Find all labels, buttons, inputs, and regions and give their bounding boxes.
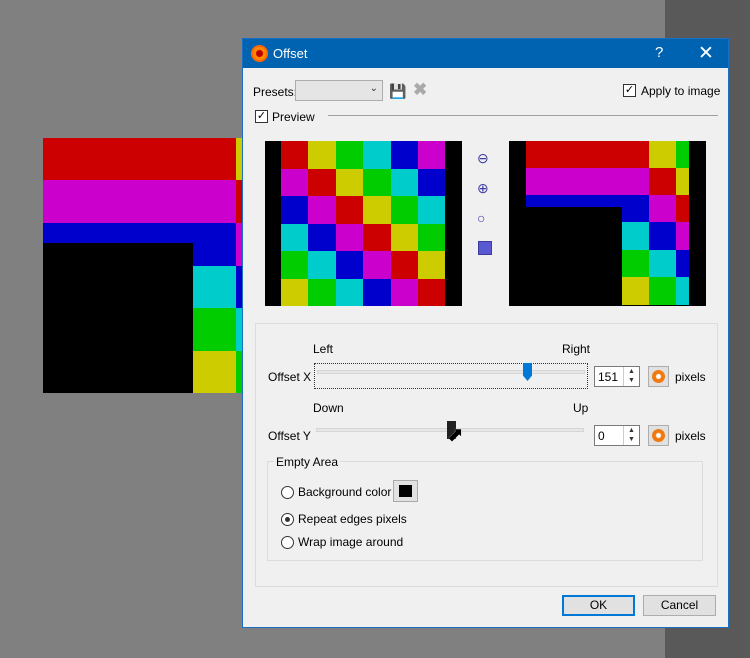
presets-dropdown[interactable]: ⌄: [295, 80, 383, 101]
offset-y-up-label: Up: [573, 401, 589, 415]
preview-cell: [363, 223, 391, 251]
offset-x-reset-button[interactable]: [648, 366, 669, 387]
preview-cell: [308, 168, 336, 196]
fit-to-window-icon[interactable]: [478, 241, 492, 255]
zoom-in-icon[interactable]: ⊕: [477, 180, 493, 196]
offset-y-reset-button[interactable]: [648, 425, 669, 446]
offset-x-label: Offset X: [268, 370, 312, 384]
preview-cell: [418, 141, 446, 169]
preview-cell: [390, 141, 418, 169]
preview-cell: [308, 141, 336, 169]
offset-x-right-label: Right: [562, 342, 591, 356]
preview-cell: [390, 278, 418, 306]
preview-cell: [281, 168, 309, 196]
preview-cell: [335, 168, 364, 196]
zoom-actual-icon[interactable]: ○: [477, 210, 493, 226]
help-button[interactable]: ?: [655, 44, 663, 61]
preview-cell: [363, 278, 391, 306]
preview-cell: [363, 141, 391, 169]
background-color-swatch[interactable]: [393, 480, 418, 502]
title-bar: Offset ? ✕: [243, 39, 728, 68]
preview-cell: [281, 278, 309, 306]
preview-cell: [335, 251, 364, 279]
result-preview: [509, 141, 706, 306]
preview-cell: [390, 196, 418, 224]
offset-x-left-label: Left: [313, 342, 334, 356]
preview-cell: [308, 278, 336, 306]
preview-cell: [308, 251, 336, 279]
presets-label: Presets:: [253, 85, 298, 99]
preview-cell: [335, 278, 364, 306]
preview-cell: [335, 196, 364, 224]
chevron-down-icon: ⌄: [369, 83, 378, 94]
delete-preset-icon[interactable]: ✖: [413, 80, 427, 100]
original-preview: [265, 141, 462, 306]
repeat-edges-radio[interactable]: [281, 513, 294, 526]
preview-cell: [281, 251, 309, 279]
preview-cell: [308, 196, 336, 224]
preview-cell: [418, 168, 446, 196]
offset-y-spinner[interactable]: ▲ ▼: [623, 426, 639, 445]
canvas-image: [43, 138, 243, 393]
preview-checkbox[interactable]: ✓: [255, 110, 268, 123]
mouse-cursor-icon: ⬈: [447, 424, 464, 446]
save-preset-icon[interactable]: 💾: [389, 83, 406, 100]
offset-x-slider[interactable]: [314, 363, 588, 389]
preview-cell: [363, 251, 391, 279]
offset-y-label: Offset Y: [268, 429, 311, 443]
preview-cell: [308, 223, 336, 251]
offset-y-unit: pixels: [675, 429, 706, 443]
offset-y-input[interactable]: 0 ▲ ▼: [594, 425, 640, 446]
offset-dialog: Offset ? ✕ Presets: ⌄ 💾 ✖ ✓ Apply to ima…: [242, 38, 729, 628]
preview-cell: [335, 141, 364, 169]
repeat-edges-label: Repeat edges pixels: [298, 512, 407, 526]
preview-cell: [390, 251, 418, 279]
empty-area-title: Empty Area: [274, 455, 341, 469]
offset-x-unit: pixels: [675, 370, 706, 384]
wrap-image-radio[interactable]: [281, 536, 294, 549]
background-color-radio[interactable]: [281, 486, 294, 499]
preview-cell: [281, 223, 309, 251]
preview-cell: [335, 223, 364, 251]
app-icon: [251, 45, 268, 62]
apply-to-image-label: Apply to image: [641, 84, 721, 98]
dialog-title: Offset: [273, 46, 308, 61]
preview-cell: [390, 223, 418, 251]
preview-cell: [418, 196, 446, 224]
preview-label: Preview: [272, 110, 315, 124]
offset-x-input[interactable]: 151 ▲ ▼: [594, 366, 640, 387]
preview-cell: [390, 168, 418, 196]
preview-cell: [281, 196, 309, 224]
zoom-out-icon[interactable]: ⊖: [477, 150, 493, 166]
background-color-label: Background color: [298, 485, 392, 499]
cancel-button[interactable]: Cancel: [643, 595, 716, 616]
close-button[interactable]: ✕: [698, 42, 714, 65]
preview-cell: [281, 141, 309, 169]
offset-x-thumb[interactable]: [523, 363, 532, 381]
ok-button[interactable]: OK: [562, 595, 635, 616]
preview-cell: [418, 251, 446, 279]
offset-y-down-label: Down: [313, 401, 344, 415]
divider: [328, 115, 718, 116]
preview-cell: [363, 196, 391, 224]
wrap-image-label: Wrap image around: [298, 535, 404, 549]
preview-cell: [418, 223, 446, 251]
preview-cell: [418, 278, 446, 306]
apply-to-image-checkbox[interactable]: ✓: [623, 84, 636, 97]
preview-cell: [363, 168, 391, 196]
offset-x-spinner[interactable]: ▲ ▼: [623, 367, 639, 386]
